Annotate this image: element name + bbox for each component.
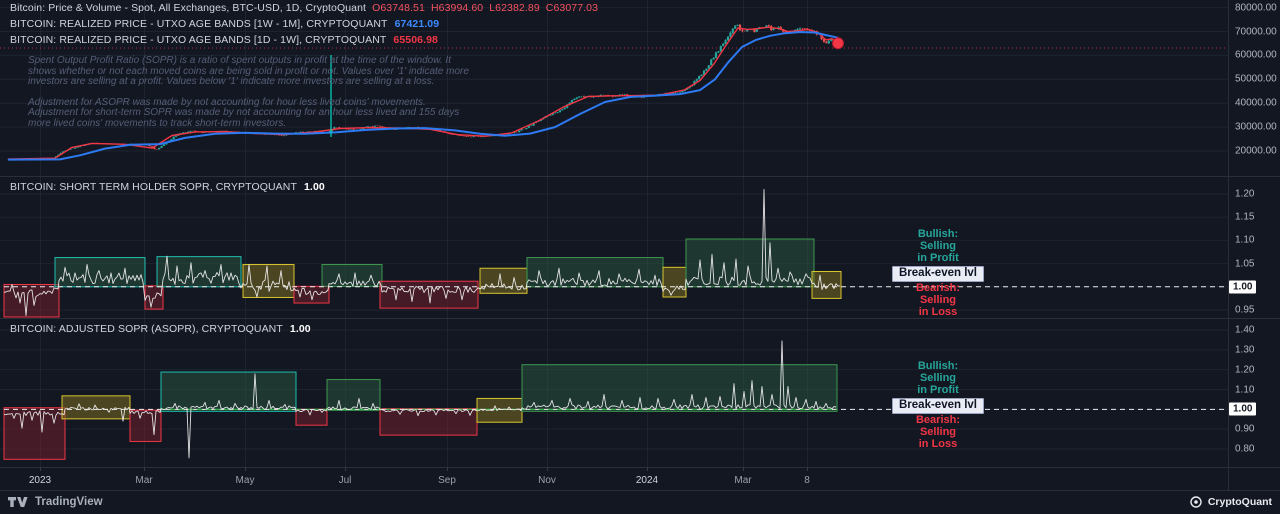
time-axis-label: May (235, 475, 255, 486)
y-axis-label: 1.10 (1235, 384, 1255, 395)
y-axis-label: 60000.00 (1235, 49, 1277, 61)
bearish-label: Selling (919, 293, 957, 306)
ohlc-high: H63994.60 (430, 2, 484, 14)
indicator-value: 1.00 (289, 323, 311, 335)
y-axis-label: 1.40 (1235, 324, 1255, 336)
indicator-value: 67421.09 (394, 18, 440, 30)
time-axis-label: 2024 (635, 475, 659, 486)
legend-realized-price-1w-1m[interactable]: BITCOIN: REALIZED PRICE - UTXO AGE BANDS… (10, 18, 439, 30)
time-axis-separator (0, 467, 1280, 468)
time-axis-label: 2023 (28, 475, 52, 486)
signal-box-yellow (662, 266, 687, 298)
signal-box-green (685, 238, 815, 288)
price-axis-border (1228, 0, 1229, 490)
y-axis-label: 1.05 (1235, 258, 1255, 270)
time-axis-label: Sep (438, 475, 456, 486)
indicator-title: BITCOIN: REALIZED PRICE - UTXO AGE BANDS… (10, 18, 388, 30)
time-axis-label: Mar (135, 475, 153, 486)
panel-separator[interactable] (0, 318, 1280, 319)
time-axis-label: Jul (338, 475, 352, 486)
indicator-value: 65506.98 (393, 34, 438, 46)
bearish-label: in Loss (918, 437, 958, 450)
breakeven-chip: Break-even lvl (892, 398, 984, 415)
y-axis-label: 1.20 (1235, 364, 1255, 376)
breakeven-annotation-sopr: Bullish: Selling in Profit Break-even lv… (872, 228, 1004, 319)
signal-box-green (321, 264, 383, 287)
description-paragraph-asopr: Adjustment for ASOPR was made by not acc… (28, 96, 460, 129)
y-axis-label: 40000.00 (1235, 97, 1277, 109)
y-axis-label: 1.15 (1235, 211, 1255, 223)
description-paragraph-sopr: Spent Output Profit Ratio (SOPR) is a ra… (28, 55, 469, 88)
y-axis-label: 1.30 (1235, 344, 1255, 356)
breakeven-chip: Break-even lvl (892, 266, 984, 283)
tradingview-chart-window: Bitcoin: Price & Volume - Spot, All Exch… (0, 0, 1280, 514)
signal-box-teal (54, 257, 146, 288)
footer-bar: TradingView CryptoQuant (0, 490, 1280, 514)
ohlc-close: C63077.03 (545, 2, 599, 14)
panel-separator[interactable] (0, 176, 1280, 177)
price-series-title: Bitcoin: Price & Volume - Spot, All Exch… (10, 2, 367, 14)
y-axis-label: 0.80 (1235, 443, 1255, 455)
time-axis-tick (345, 467, 346, 471)
time-axis-tick (807, 467, 808, 471)
time-axis-label: Mar (734, 475, 752, 486)
cryptoquant-link[interactable]: CryptoQuant (1189, 495, 1272, 509)
legend-realized-price-1d-1w[interactable]: BITCOIN: REALIZED PRICE - UTXO AGE BANDS… (10, 34, 438, 46)
time-axis-tick (245, 467, 246, 471)
signal-box-red (379, 408, 478, 436)
time-axis-tick (743, 467, 744, 471)
cryptoquant-logo-icon (1190, 496, 1202, 508)
indicator-title: BITCOIN: SHORT TERM HOLDER SOPR, CRYPTOQ… (10, 181, 297, 193)
y-axis-label: 80000.00 (1235, 2, 1277, 14)
time-axis-label: 8 (804, 475, 810, 486)
y-axis-label: 0.90 (1235, 423, 1255, 435)
time-axis-tick (547, 467, 548, 471)
bullish-label: in Profit (917, 383, 959, 396)
time-axis-tick (447, 467, 448, 471)
y-axis-label: 1.10 (1235, 234, 1255, 246)
y-axis-label: 0.95 (1235, 304, 1255, 316)
indicator-title: BITCOIN: ADJUSTED SOPR (ASOPR), CRYPTOQU… (10, 323, 283, 335)
tradingview-wordmark: TradingView (35, 496, 103, 508)
bearish-label: Selling (919, 425, 957, 438)
signal-box-teal (160, 371, 297, 412)
time-axis-tick (144, 467, 145, 471)
legend-price-series[interactable]: Bitcoin: Price & Volume - Spot, All Exch… (10, 2, 598, 14)
legend-sth-sopr[interactable]: BITCOIN: SHORT TERM HOLDER SOPR, CRYPTOQ… (10, 181, 325, 193)
y-axis-label: 50000.00 (1235, 73, 1277, 85)
breakeven-annotation-asopr: Bullish: Selling in Profit Break-even lv… (872, 360, 1004, 451)
signal-box-red (129, 409, 162, 442)
signal-box-red (144, 285, 164, 310)
indicator-description: Spent Output Profit Ratio (SOPR) is a ra… (28, 55, 476, 140)
y-axis-label: 30000.00 (1235, 121, 1277, 133)
indicator-value: 1.00 (303, 181, 325, 193)
ohlc-open: O63748.51 (372, 2, 425, 14)
bullish-label: in Profit (917, 251, 959, 264)
last-value-marker-dot (832, 37, 844, 50)
y-axis-value-chip: 1.00 (1229, 402, 1257, 416)
cryptoquant-wordmark: CryptoQuant (1207, 496, 1272, 508)
y-axis-label: 1.20 (1235, 188, 1255, 200)
time-axis-label: Nov (538, 475, 556, 486)
signal-box-red (3, 283, 60, 318)
tradingview-link[interactable]: TradingView (8, 494, 103, 510)
indicator-title: BITCOIN: REALIZED PRICE - UTXO AGE BANDS… (10, 34, 387, 46)
signal-box-teal (156, 256, 242, 288)
y-axis-label: 70000.00 (1235, 26, 1277, 37)
legend-asopr[interactable]: BITCOIN: ADJUSTED SOPR (ASOPR), CRYPTOQU… (10, 323, 311, 335)
bullish-label: Selling (919, 371, 957, 384)
bullish-label: Selling (919, 239, 957, 252)
ohlc-low: L62382.89 (489, 2, 540, 14)
tradingview-logo-icon (8, 497, 28, 507)
time-axis-tick (40, 467, 41, 471)
y-axis-value-chip: 1.00 (1229, 280, 1257, 294)
bearish-label: in Loss (918, 305, 958, 318)
time-axis-tick (647, 467, 648, 471)
y-axis-label: 20000.00 (1235, 145, 1277, 157)
